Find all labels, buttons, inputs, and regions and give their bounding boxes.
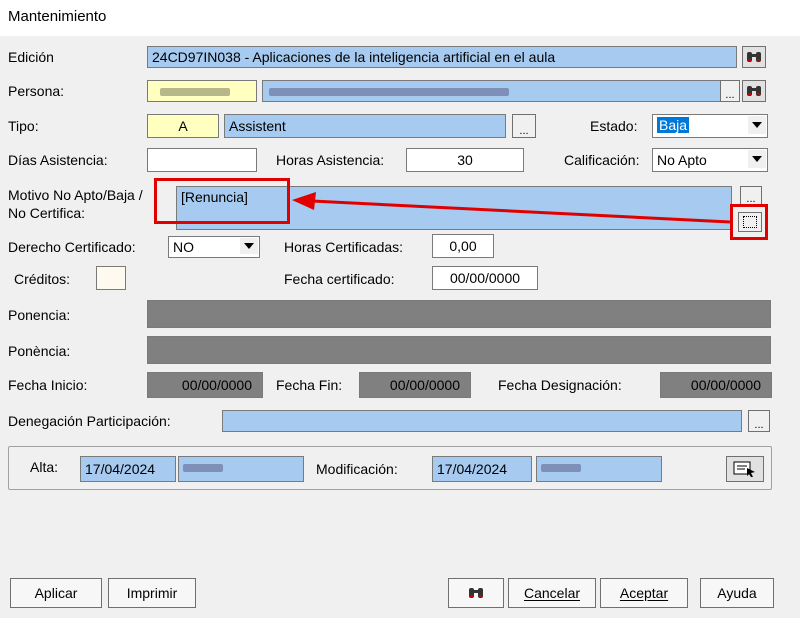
derecho-select[interactable]: NO [168, 236, 260, 258]
ponencia-es-field [147, 300, 771, 328]
fecha-designacion-field: 00/00/0000 [660, 372, 772, 398]
modificacion-label: Modificación: [316, 461, 398, 477]
fecha-designacion-label: Fecha Designación: [498, 377, 622, 393]
derecho-label: Derecho Certificado: [8, 239, 136, 255]
aceptar-label: Aceptar [619, 585, 669, 601]
ponencia-ca-field [147, 336, 771, 364]
fecha-cert-label: Fecha certificado: [284, 271, 395, 287]
horas-cert-field[interactable]: 0,00 [432, 234, 494, 258]
aplicar-button[interactable]: Aplicar [10, 578, 102, 608]
ayuda-button[interactable]: Ayuda [700, 578, 774, 608]
card-pointer-icon [733, 461, 755, 477]
binoculars-icon [469, 588, 483, 598]
denegacion-field[interactable] [222, 410, 742, 432]
lookup-button[interactable] [448, 578, 504, 608]
alta-user-field [178, 456, 304, 482]
fecha-inicio-field: 00/00/0000 [147, 372, 263, 398]
modificacion-date-field: 17/04/2024 [432, 456, 532, 482]
derecho-selected-value: NO [173, 239, 194, 255]
imprimir-button[interactable]: Imprimir [108, 578, 196, 608]
alta-date-field: 17/04/2024 [80, 456, 176, 482]
denegacion-browse-button[interactable]: ... [748, 410, 770, 432]
redacted-text [541, 464, 581, 473]
audit-details-button[interactable] [726, 456, 764, 482]
ponencia-es-label: Ponencia: [8, 307, 71, 323]
fecha-fin-label: Fecha Fin: [276, 377, 343, 393]
redacted-text [183, 464, 223, 473]
ponencia-ca-label: Ponència: [8, 343, 71, 359]
denegacion-label: Denegación Participación: [8, 413, 171, 429]
cancelar-label: Cancelar [523, 585, 581, 601]
fecha-cert-field[interactable]: 00/00/0000 [432, 266, 538, 290]
alta-label: Alta: [30, 459, 59, 475]
modificacion-user-field [536, 456, 662, 482]
horas-cert-label: Horas Certificadas: [284, 239, 404, 255]
fecha-inicio-label: Fecha Inicio: [8, 377, 88, 393]
creditos-label: Créditos: [14, 271, 71, 287]
cancelar-button[interactable]: Cancelar [508, 578, 596, 608]
fecha-fin-field: 00/00/0000 [359, 372, 471, 398]
chevron-down-icon[interactable] [240, 238, 258, 254]
creditos-field[interactable] [96, 266, 126, 290]
aceptar-button[interactable]: Aceptar [600, 578, 688, 608]
